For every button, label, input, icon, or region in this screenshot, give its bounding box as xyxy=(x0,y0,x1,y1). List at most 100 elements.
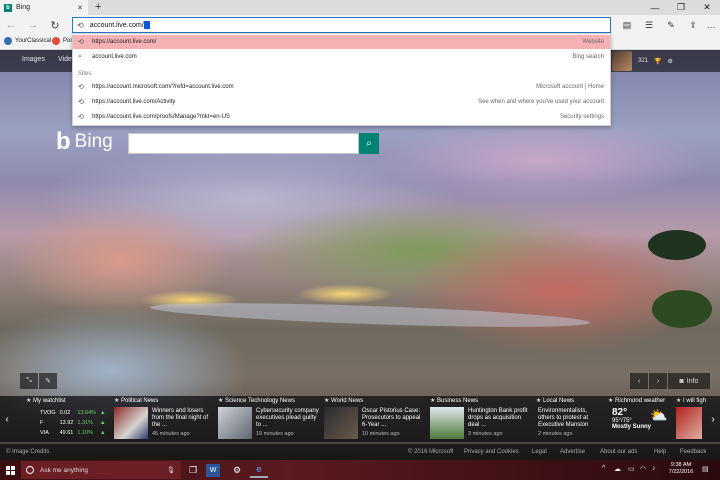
image-credits-link[interactable]: © Image Credits xyxy=(6,449,49,455)
edge-app-icon[interactable]: e xyxy=(250,462,268,478)
suggestion-item[interactable]: ⟲ https://account.live.com/Activity See … xyxy=(73,95,610,109)
footer-advertise-link[interactable]: Advertise xyxy=(560,449,585,455)
partly-sunny-icon: ⛅ xyxy=(650,407,668,423)
wifi-icon[interactable]: ◠ xyxy=(640,465,646,473)
close-window-button[interactable]: ✕ xyxy=(694,0,720,15)
suggestion-item[interactable]: ⌕ account.live.com Bing search xyxy=(73,50,610,64)
suggestion-item[interactable]: ⟲ https://account.microsoft.com/?refd=ac… xyxy=(73,80,610,94)
book-icon: ▤ xyxy=(622,19,632,30)
footer-legal-link[interactable]: Legal xyxy=(532,449,547,455)
news-time: 45 minutes ago xyxy=(152,431,190,437)
image-edit-button[interactable]: ✎ xyxy=(39,373,57,389)
more-icon: … xyxy=(706,20,716,30)
news-headline: Oscar Pistorius Case: Prosecutors to app… xyxy=(362,408,421,428)
forward-arrow-icon: → xyxy=(27,19,39,31)
info-label: Info xyxy=(686,377,699,385)
tray-chevron-icon[interactable]: ^ xyxy=(602,465,605,472)
clock[interactable]: 9:38 AM 7/22/2016 xyxy=(664,462,698,476)
account-area[interactable]: 321 🏆 ⚙ xyxy=(612,51,673,71)
action-center-icon[interactable]: ▤ xyxy=(702,465,709,473)
footer-copyright: © 2016 Microsoft xyxy=(408,449,454,455)
news-next-arrow-icon[interactable]: › xyxy=(706,396,720,442)
news-card-political[interactable]: ★ Political News Winners and losers from… xyxy=(114,396,218,442)
search-button[interactable]: ⌕ xyxy=(359,133,379,154)
image-info-button[interactable]: ◙ Info xyxy=(668,373,710,389)
volume-icon[interactable]: ♪ xyxy=(652,465,656,472)
previous-image-button[interactable]: ‹ xyxy=(630,373,648,389)
footer-help-link[interactable]: Help xyxy=(654,449,666,455)
suggestion-url: account.live.com xyxy=(92,54,137,60)
nav-images[interactable]: Images xyxy=(22,56,45,63)
address-input[interactable]: account.live.com/ xyxy=(90,22,144,29)
word-app-icon[interactable]: W xyxy=(206,464,220,477)
news-card-business[interactable]: ★ Business News Huntington Bank profit d… xyxy=(430,396,534,442)
avatar[interactable] xyxy=(612,51,632,71)
text-cursor xyxy=(143,21,150,29)
minimize-button[interactable]: — xyxy=(642,0,668,15)
refresh-button[interactable]: ↻ xyxy=(46,17,64,33)
back-button[interactable]: ← xyxy=(2,17,20,33)
stock-price: 0.02 xyxy=(59,410,71,416)
address-suggestions-dropdown: ⟲ https://account.live.com/ Website ⌕ ac… xyxy=(72,33,611,126)
bing-logo-mark: b xyxy=(56,128,71,155)
suggestion-item[interactable]: ⟲ https://account.live.com/ Website xyxy=(73,35,610,49)
microphone-icon[interactable]: 🎙 xyxy=(167,466,181,474)
suggestion-hint: Bing search xyxy=(572,54,604,60)
favorite-poo[interactable]: Poo xyxy=(52,37,74,45)
news-card-science-tech[interactable]: ★ Science Technology News Cybersecurity … xyxy=(218,396,322,442)
reading-view-button[interactable]: ▤ xyxy=(618,17,636,33)
watchlist-heading: ★ My watchlist xyxy=(26,398,66,404)
cortana-search-box[interactable]: Ask me anything 🎙 xyxy=(21,461,181,479)
image-prev-button[interactable]: ⤡ xyxy=(20,373,38,389)
settings-app-icon[interactable]: ⚙ xyxy=(228,462,246,478)
bing-search-input[interactable] xyxy=(128,133,359,154)
news-carousel: ‹ ★ My watchlist TVOG 0.02 13.64% ▲ F 13.92 1… xyxy=(0,396,720,442)
stock-change: 13.64% xyxy=(77,410,97,416)
up-arrow-icon: ▲ xyxy=(100,430,106,436)
suggestion-item[interactable]: ⟲ https://account.live.com/proofs/Manage… xyxy=(73,110,610,124)
battery-icon[interactable]: ▭ xyxy=(628,465,635,473)
next-image-button[interactable]: › xyxy=(649,373,667,389)
stock-symbol: F xyxy=(40,420,44,426)
weather-card[interactable]: ★ Richmond weather 82° 95°/75° Mostly Su… xyxy=(608,396,678,442)
news-card-trailing[interactable]: ★ I will figh xyxy=(676,396,706,442)
share-button[interactable]: ⇪ xyxy=(684,17,702,33)
footer-privacy-link[interactable]: Privacy and Cookies xyxy=(464,449,519,455)
new-tab-button[interactable]: + xyxy=(95,1,101,14)
tab-close-icon[interactable]: ✕ xyxy=(77,4,88,12)
stock-symbol: TVOG xyxy=(40,410,56,416)
weather-heading: ★ Richmond weather xyxy=(608,398,666,404)
windows-logo-icon xyxy=(5,465,15,475)
task-view-icon[interactable]: ❐ xyxy=(184,462,202,478)
news-category: ★ I will figh xyxy=(676,398,707,404)
hub-button[interactable]: ☰ xyxy=(640,17,658,33)
table-row: VIA 49.61 1.10% ▲ xyxy=(38,428,107,438)
background-tree xyxy=(652,290,712,328)
tab-bing[interactable]: b Bing ✕ xyxy=(0,0,88,15)
more-button[interactable]: … xyxy=(702,17,720,33)
rewards-count: 321 xyxy=(638,58,649,64)
news-category: ★ Science Technology News xyxy=(218,398,295,404)
restore-button[interactable]: ❐ xyxy=(668,0,694,15)
watchlist-card[interactable]: ★ My watchlist TVOG 0.02 13.64% ▲ F 13.92 1.3… xyxy=(16,396,112,442)
news-prev-arrow-icon[interactable]: ‹ xyxy=(0,396,14,442)
nav-videos[interactable]: Vide xyxy=(58,56,72,63)
start-button[interactable] xyxy=(0,460,20,480)
footer-feedback-link[interactable]: Feedback xyxy=(680,449,706,455)
web-note-button[interactable]: ✎ xyxy=(662,17,680,33)
settings-gear-icon[interactable]: ⚙ xyxy=(668,58,673,65)
address-bar[interactable]: ⟲ account.live.com/ xyxy=(72,17,611,33)
news-card-world[interactable]: ★ World News Oscar Pistorius Case: Prose… xyxy=(324,396,428,442)
footer-about-ads-link[interactable]: About our ads xyxy=(600,449,637,455)
news-card-local[interactable]: ★ Local News Environmentalists, others t… xyxy=(536,396,606,442)
weather-body: 82° 95°/75° Mostly Sunny xyxy=(612,407,651,430)
onedrive-icon[interactable]: ☁ xyxy=(614,465,621,473)
favorite-yourclassical[interactable]: YourClassical xyxy=(4,37,51,45)
weather-temp: 82° xyxy=(612,407,628,418)
forward-button[interactable]: → xyxy=(24,17,42,33)
stock-change: 1.31% xyxy=(77,420,93,426)
bing-logo-word: Bing xyxy=(74,131,113,152)
favorite-icon xyxy=(4,37,12,45)
up-arrow-icon: ▲ xyxy=(100,410,106,416)
pen-icon: ✎ xyxy=(667,19,675,30)
